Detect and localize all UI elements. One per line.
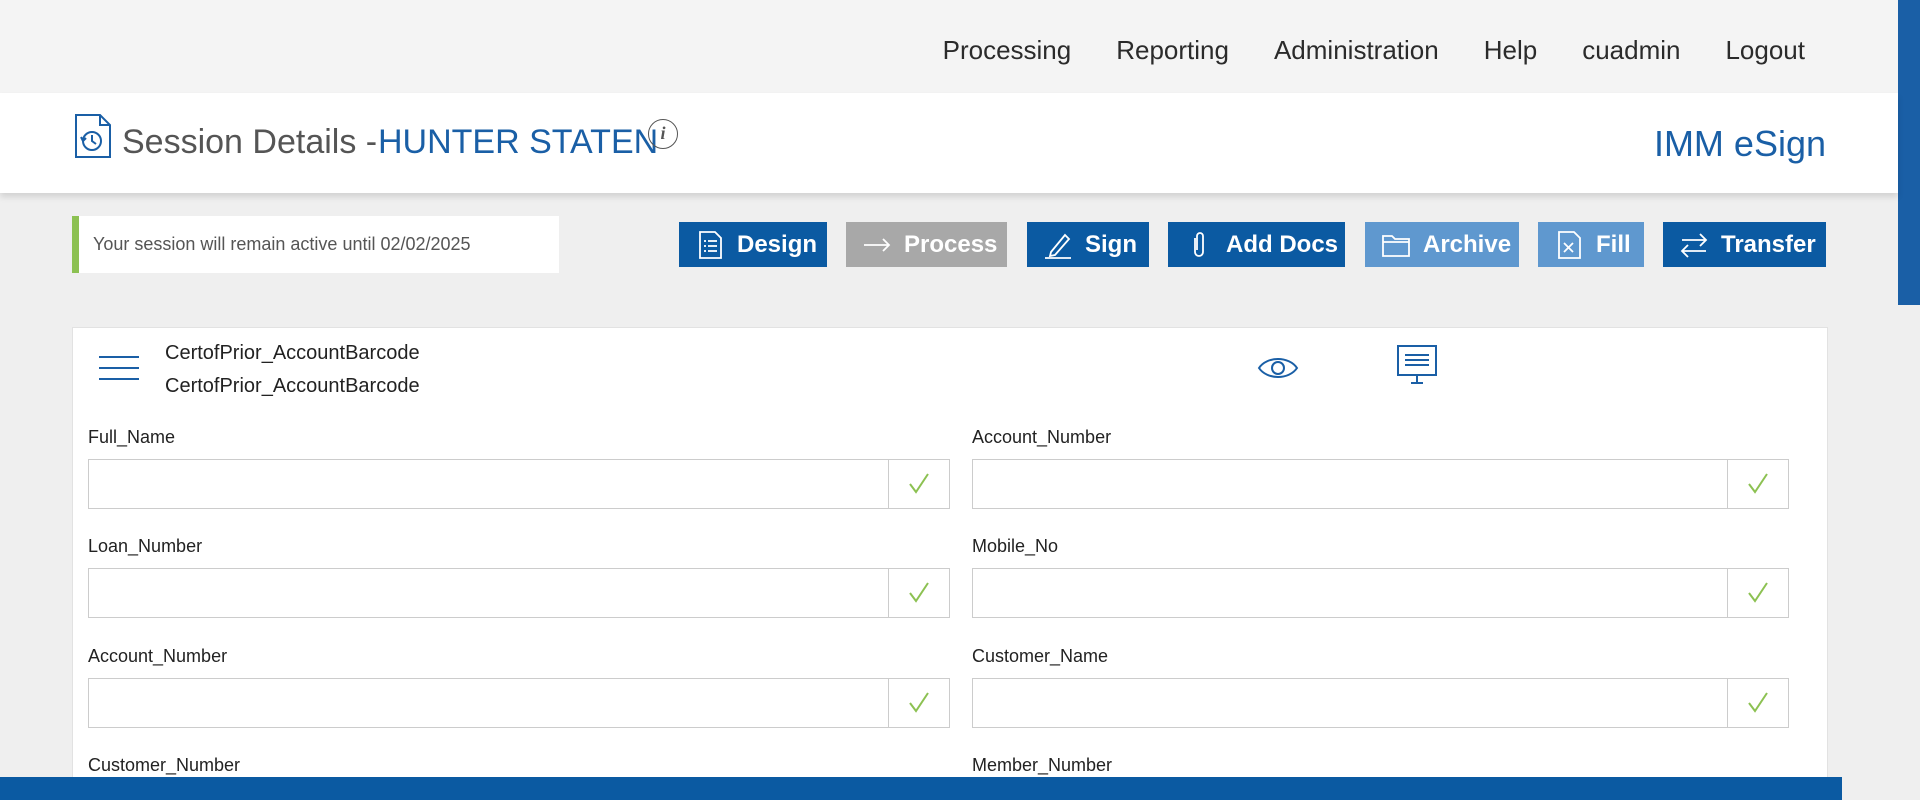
nav-help[interactable]: Help [1484,35,1537,66]
session-history-doc-icon [75,114,111,158]
field-check [888,460,949,508]
checkmark-icon [1748,473,1768,494]
nav-logout[interactable]: Logout [1725,35,1805,66]
fill-button-label: Fill [1596,230,1631,258]
checkmark-icon [1748,582,1768,603]
design-button-label: Design [737,230,818,258]
add-docs-button[interactable]: Add Docs [1168,222,1345,267]
pen-sign-icon [1045,233,1071,259]
sign-button[interactable]: Sign [1027,222,1149,267]
field-label-full-name: Full_Name [88,427,176,447]
field-label-account-number-2: Account_Number [88,646,228,666]
field-label-account-number: Account_Number [972,427,1112,447]
field-check [1727,460,1788,508]
full-name-input[interactable] [89,460,889,508]
document-card: CertofPrior_AccountBarcode CertofPrior_A… [72,327,1828,800]
checkmark-icon [909,582,929,603]
field-label-customer-number: Customer_Number [88,755,241,775]
archive-button-label: Archive [1423,230,1512,258]
swap-arrows-icon [1680,232,1708,258]
paperclip-icon [1194,231,1204,257]
archive-button[interactable]: Archive [1365,222,1519,267]
field-check [1727,569,1788,617]
field-label-loan-number: Loan_Number [88,536,203,556]
monitor-icon[interactable] [1395,344,1439,386]
brand-logo-text: IMM eSign [1653,123,1826,164]
page-header: Session Details - HUNTER STATEN i IMM eS… [0,93,1898,193]
nav-processing[interactable]: Processing [943,35,1072,66]
account-number-field-2 [88,678,950,728]
design-button[interactable]: Design [679,222,827,267]
customer-name-input[interactable] [973,679,1728,727]
loan-number-input[interactable] [89,569,889,617]
full-name-field [88,459,950,509]
nav-administration[interactable]: Administration [1274,35,1439,66]
field-label-mobile-no: Mobile_No [972,536,1059,556]
transfer-button-label: Transfer [1721,230,1816,258]
account-number-input-2[interactable] [89,679,889,727]
checklist-doc-icon [699,230,722,259]
page-title: Session Details - [122,123,378,161]
account-number-field [972,459,1789,509]
field-label-customer-name: Customer_Name [972,646,1109,666]
mobile-no-field [972,568,1789,618]
add-docs-button-label: Add Docs [1226,230,1339,258]
field-check [888,679,949,727]
customer-name-field [972,678,1789,728]
loan-number-field [88,568,950,618]
field-check [1727,679,1788,727]
nav-reporting[interactable]: Reporting [1116,35,1229,66]
account-number-input[interactable] [973,460,1728,508]
checkmark-icon [1748,692,1768,713]
folder-icon [1382,234,1410,257]
document-subtitle: CertofPrior_AccountBarcode [165,375,420,397]
arrow-right-icon [864,237,891,252]
eye-icon[interactable] [1257,352,1299,384]
process-button[interactable]: Process [846,222,1007,267]
hamburger-icon[interactable] [99,356,139,388]
info-icon[interactable]: i [648,119,678,149]
field-label-member-number: Member_Number [972,755,1113,775]
checkmark-icon [909,692,929,713]
right-accent-bar [1898,0,1920,305]
document-title: CertofPrior_AccountBarcode [165,342,420,364]
session-expiry-notice: Your session will remain active until 02… [72,216,559,273]
top-navigation: Processing Reporting Administration Help… [0,0,1920,93]
transfer-button[interactable]: Transfer [1663,222,1826,267]
field-check [888,569,949,617]
mobile-no-input[interactable] [973,569,1728,617]
session-owner-name: HUNTER STATEN [378,123,659,161]
fill-button[interactable]: Fill [1538,222,1644,267]
checkmark-icon [909,473,929,494]
sign-button-label: Sign [1085,230,1137,258]
nav-menu: Processing Reporting Administration Help… [943,0,1805,100]
bottom-bar [0,777,1842,800]
doc-fill-icon [1558,230,1581,259]
process-button-label: Process [904,230,998,258]
nav-user[interactable]: cuadmin [1582,35,1680,66]
